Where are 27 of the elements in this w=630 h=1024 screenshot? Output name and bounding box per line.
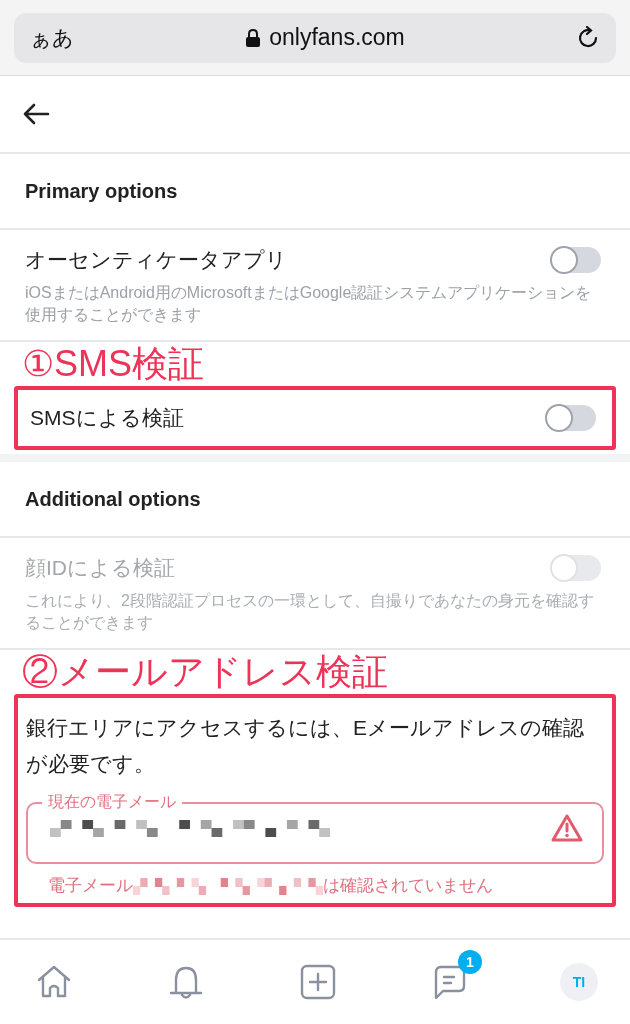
plus-square-icon — [299, 963, 337, 1001]
error-text: 電子メール — [48, 875, 133, 897]
annotation-label: ②メールアドレス検証 — [21, 650, 389, 694]
text-size-button[interactable]: ぁあ — [30, 23, 74, 52]
toggle-switch[interactable] — [551, 555, 601, 581]
option-label: 顔IDによる検証 — [25, 555, 175, 581]
option-label: オーセンティケータアプリ — [25, 247, 287, 273]
field-label: 現在の電子メール — [47, 792, 177, 812]
url-text: onlyfans.com — [269, 24, 405, 51]
toggle-switch[interactable] — [551, 247, 601, 273]
back-arrow-icon[interactable] — [22, 102, 50, 126]
address-bar[interactable]: ぁあ onlyfans.com — [14, 12, 616, 63]
reload-icon[interactable] — [576, 25, 600, 50]
unread-badge: 1 — [458, 950, 482, 974]
error-text: は確認されていません — [323, 875, 493, 897]
option-description: これにより、2段階認証プロセスの一環として、自撮りであなたの身元を確認することができます — [25, 591, 595, 633]
option-label: SMSによる検証 — [30, 405, 184, 431]
option-description: iOSまたはAndroid用のMicrosoftまたはGoogle認証システムアプリケーションを使用することができます — [25, 283, 593, 325]
warning-icon — [550, 813, 584, 843]
email-message: 銀行エリアにアクセスするには、Eメールアドレスの確認が必要です。 — [26, 715, 585, 777]
toggle-thumb[interactable] — [550, 246, 578, 274]
section-title: Additional options — [0, 462, 630, 538]
lock-icon — [245, 27, 262, 48]
section-title: Primary options — [0, 154, 630, 230]
toggle-switch[interactable] — [546, 405, 596, 431]
annotation-label: ①SMS検証 — [21, 342, 205, 386]
toggle-thumb[interactable] — [545, 404, 573, 432]
